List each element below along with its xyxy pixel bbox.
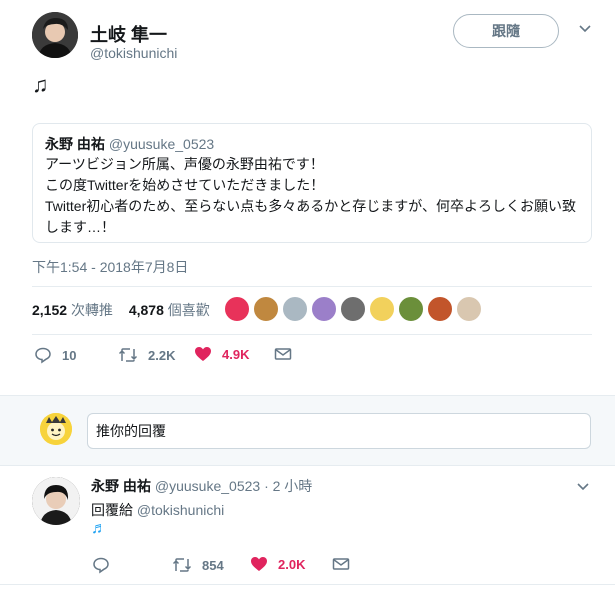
message-action[interactable] — [274, 346, 292, 362]
tweet-header: 土岐 隼一 @tokishunichi 跟隨 — [32, 12, 602, 61]
heart-icon — [250, 556, 268, 572]
avatar[interactable] — [32, 477, 80, 525]
divider — [0, 584, 615, 585]
quoted-tweet[interactable]: 永野 由祐 @yuusuke_0523 アーツビジョン所属、声優の永野由祐です！ … — [32, 123, 592, 243]
liker-avatar[interactable] — [282, 296, 308, 322]
quoted-author-handle: @yuusuke_0523 — [108, 136, 215, 152]
author-handle[interactable]: @tokishunichi — [90, 45, 177, 61]
like-count[interactable]: 4,878 — [129, 302, 164, 318]
heart-icon — [194, 346, 212, 362]
replying-to-handle[interactable]: @tokishunichi — [137, 502, 224, 518]
retweet-action[interactable]: 854 — [172, 556, 224, 574]
envelope-icon — [332, 556, 350, 572]
tweet-stats: 2,152 次轉推 4,878 個喜歡 — [32, 300, 222, 320]
tweet-timestamp[interactable]: 下午1:54 - 2018年7月8日 — [32, 257, 188, 277]
reply-author-handle[interactable]: @yuusuke_0523 — [155, 478, 260, 494]
like-action[interactable]: 2.0K — [250, 556, 305, 572]
liker-avatar[interactable] — [456, 296, 482, 322]
reply-text: ♬ — [91, 520, 107, 537]
retweet-count[interactable]: 2,152 — [32, 302, 67, 318]
quoted-tweet-header: 永野 由祐 @yuusuke_0523 — [45, 134, 579, 154]
like-label: 個喜歡 — [167, 302, 210, 318]
reply-action[interactable] — [92, 556, 120, 574]
quoted-text-line: します…！ — [45, 219, 115, 235]
retweet-action[interactable]: 2.2K — [118, 346, 175, 364]
message-action[interactable] — [332, 556, 350, 572]
reply-input[interactable] — [87, 413, 591, 449]
reply-icon — [92, 556, 110, 574]
current-user-avatar — [40, 413, 72, 445]
chevron-down-icon[interactable] — [575, 478, 591, 494]
retweet-count: 854 — [202, 557, 224, 573]
reply-tweet[interactable]: 永野 由祐 @yuusuke_0523 · 2 小時 回覆給 @tokishuni… — [0, 466, 615, 584]
liker-avatar[interactable] — [427, 296, 453, 322]
replying-to: 回覆給 @tokishunichi — [91, 500, 224, 520]
reply-header: 永野 由祐 @yuusuke_0523 · 2 小時 — [91, 476, 312, 496]
like-count: 4.9K — [222, 346, 250, 362]
reply-time[interactable]: · 2 小時 — [264, 478, 312, 494]
retweet-icon — [118, 346, 138, 364]
retweet-count: 2.2K — [148, 347, 176, 363]
quoted-text-line: アーツビジョン所属、声優の永野由祐です！ — [45, 156, 324, 172]
follow-button[interactable]: 跟隨 — [453, 14, 559, 48]
liker-avatar[interactable] — [340, 296, 366, 322]
reply-count: 10 — [62, 347, 77, 363]
reply-action[interactable]: 10 — [34, 346, 76, 364]
divider — [32, 286, 592, 287]
liker-avatar[interactable] — [253, 296, 279, 322]
divider — [32, 334, 592, 335]
retweet-label: 次轉推 — [70, 302, 113, 318]
quoted-text-line: Twitter初心者のため、至らない点も多々あるかと存じますが、何卒よろしくお願… — [45, 198, 576, 214]
reply-author-name[interactable]: 永野 由祐 — [91, 478, 151, 494]
author-name[interactable]: 土岐 隼一 — [90, 21, 167, 47]
like-action[interactable]: 4.9K — [194, 346, 249, 362]
replying-to-label: 回覆給 — [91, 502, 133, 518]
reply-icon — [34, 346, 52, 364]
quoted-text-line: この度Twitterを始めさせていただきました！ — [45, 177, 325, 193]
liker-avatar[interactable] — [369, 296, 395, 322]
chevron-down-icon[interactable] — [577, 20, 593, 36]
quoted-author-name: 永野 由祐 — [45, 136, 105, 152]
liker-avatar[interactable] — [398, 296, 424, 322]
like-count: 2.0K — [278, 556, 306, 572]
reply-composer — [0, 395, 615, 466]
avatar[interactable] — [32, 12, 78, 58]
retweet-icon — [172, 556, 192, 574]
liker-avatar[interactable] — [224, 296, 250, 322]
envelope-icon — [274, 346, 292, 362]
tweet-text: ♫ — [32, 72, 49, 97]
liker-avatar[interactable] — [311, 296, 337, 322]
